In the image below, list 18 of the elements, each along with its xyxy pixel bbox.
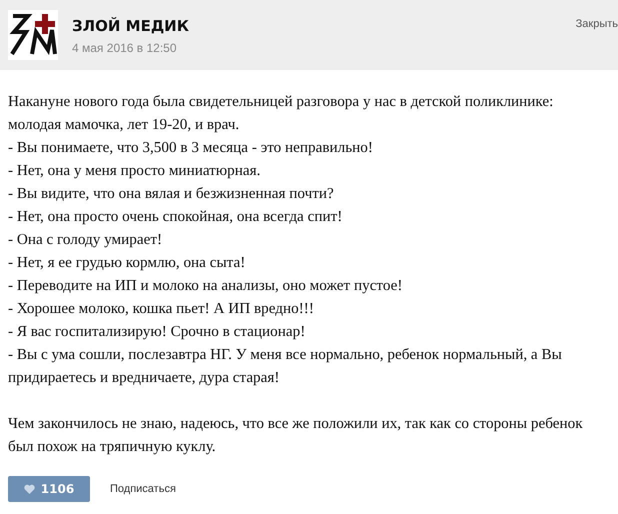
post-text: - Вы видите, что она вялая и безжизненная почти? [8, 184, 335, 204]
close-link[interactable]: Закрыть [576, 10, 618, 30]
author-name[interactable]: ЗЛОЙ МЕДИК [72, 17, 562, 35]
logo-icon [8, 10, 58, 60]
post-text: - Вы с ума сошли, послезавтра НГ. У меня все нормально, ребенок нормальный, а Вы придираетесь и вредничаете, дура старая! [8, 345, 563, 388]
post-text: Накануне нового года была свидетельницей разговора у нас в детской поликлинике: молодая мамочка, лет 19-20, и врач. [8, 92, 554, 135]
post-text: - Нет, она у меня просто миниатюрная. [8, 161, 262, 181]
post-text: - Я вас госпитализирую! Срочно в стационар! [8, 322, 306, 342]
post-text: - Вы понимаете, что 3,500 в 3 месяца - это неправильно! [8, 138, 374, 158]
post-text: Чем закончилось не знаю, надеюсь, что все же положили их, так как со стороны ребенок был похож на тряпичную куклу. [8, 414, 584, 457]
post-text: - Нет, я ее грудью кормлю, она сыта! [8, 253, 246, 273]
post-text: - Она с голоду умирает! [8, 230, 164, 250]
post-text: - Переводите на ИП и молоко на анализы, оно может пустое! [8, 276, 404, 296]
post-text: - Хорошее молоко, кошка пьет! А ИП вредно!!! [8, 299, 315, 319]
post-date: 4 мая 2016 в 12:50 [72, 41, 178, 55]
subscribe-link[interactable]: Подписаться [110, 483, 176, 495]
post-text: - Нет, она просто очень спокойная, она всегда спит! [8, 207, 344, 227]
heart-icon [24, 484, 35, 494]
